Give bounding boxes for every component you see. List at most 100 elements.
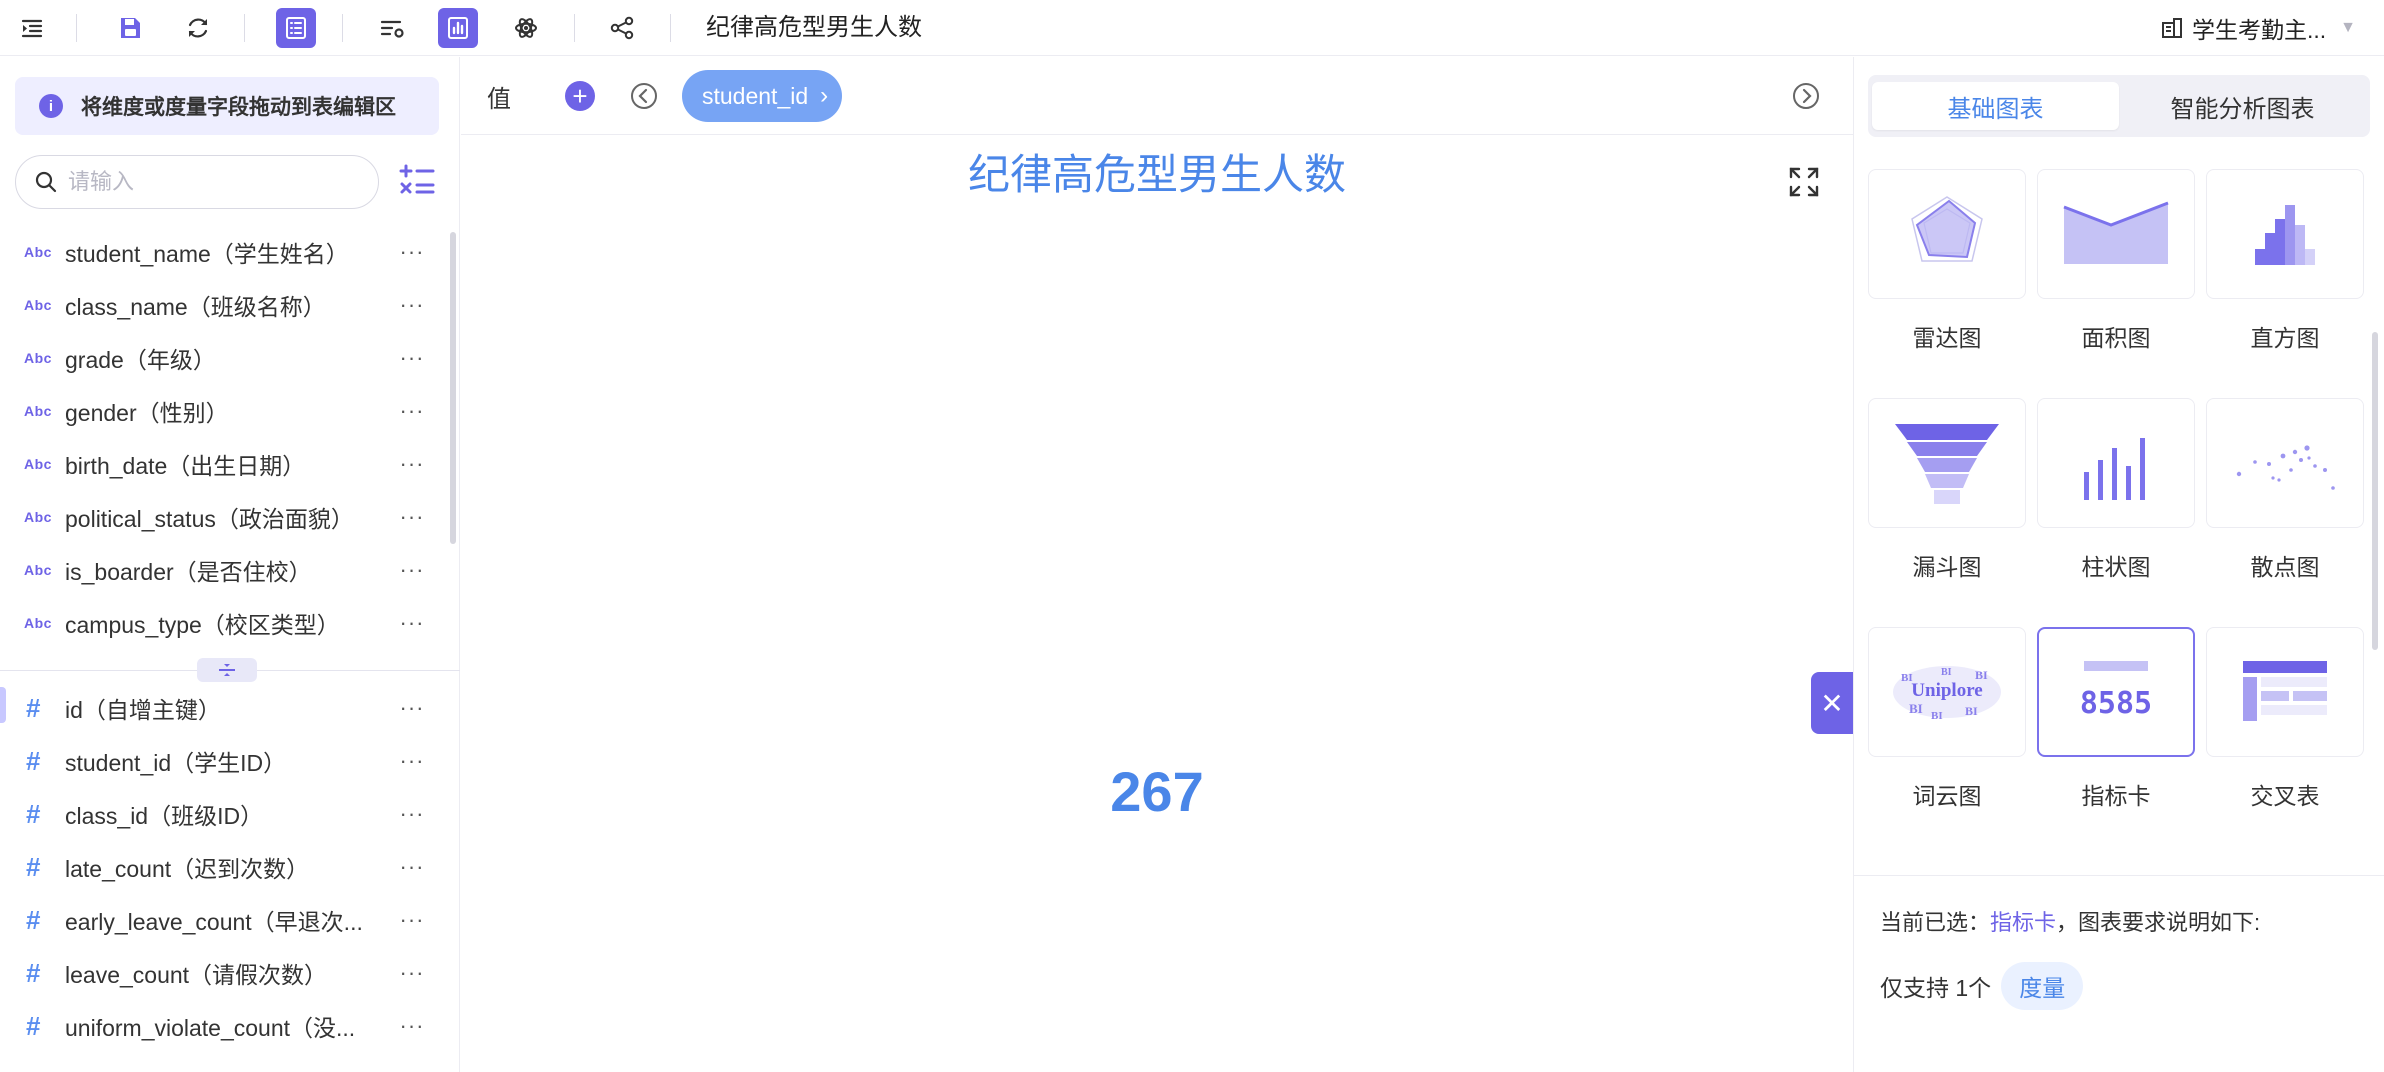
number-type-icon: # [26,1010,41,1041]
menu-indent-button[interactable] [12,8,52,48]
chart-type-label: 面积图 [2081,325,2151,351]
word-cloud-word: BI [1901,672,1913,684]
dimension-field-item[interactable]: Abc birth_date（出生日期） ··· [0,444,440,484]
chart-requirement-text: 当前已选：指标卡，图表要求说明如下: [1880,905,2260,937]
more-options-icon[interactable]: ··· [392,239,432,265]
measure-field-item[interactable]: # leave_count（请假次数） ··· [0,953,440,993]
refresh-icon [188,18,208,38]
dimension-field-item[interactable]: Abc is_boarder（是否住校） ··· [0,550,440,590]
chart-view-button[interactable] [438,8,478,48]
more-options-icon[interactable]: ··· [392,1013,432,1039]
measure-field-item[interactable]: # early_leave_count（早退次... ··· [0,900,440,940]
chart-type-area[interactable] [2037,169,2195,299]
field-name: class_name（班级名称） [65,294,326,320]
tab-smart-charts[interactable]: 智能分析图表 [2119,82,2366,130]
more-options-icon[interactable]: ··· [392,504,432,530]
style-settings-button[interactable] [372,8,412,48]
share-button[interactable] [602,8,642,48]
add-field-button[interactable]: + [565,81,595,111]
fullscreen-button[interactable] [1787,165,1821,199]
value-shelf-label: 值 [487,86,511,113]
chart-type-scrollbar[interactable] [2372,332,2378,650]
data-view-button[interactable] [276,8,316,48]
chart-type-word-cloud[interactable]: Uniplore BI BI BI BI BI BI [1868,627,2026,757]
number-type-icon: # [26,904,41,935]
more-options-icon[interactable]: ··· [392,557,432,583]
chart-type-panel: 基础图表 智能分析图表 雷达图 面积图 直方图 漏斗图 柱状图 散点图 Unip… [1853,57,2384,1072]
splitter-handle[interactable] [197,658,257,682]
ai-analysis-button[interactable] [506,8,546,48]
text-type-icon: Abc [24,403,52,419]
more-options-icon[interactable]: ··· [392,398,432,424]
chart-type-scatter[interactable] [2206,398,2364,528]
scroll-right-button[interactable] [1791,81,1821,111]
calculated-field-icon[interactable] [397,161,437,201]
chart-type-label: 直方图 [2250,325,2320,351]
save-button[interactable] [110,8,150,48]
more-options-icon[interactable]: ··· [392,695,432,721]
word-cloud-word: BI [1931,710,1943,722]
number-type-icon: # [26,692,41,723]
chevron-right-icon: › [820,82,829,109]
dimension-field-item[interactable]: Abc student_name（学生姓名） ··· [0,232,440,272]
dimension-field-item[interactable]: Abc gender（性别） ··· [0,391,440,431]
chart-type-label: 指标卡 [2081,783,2151,809]
dataset-selector[interactable]: 学生考勤主... ▼ [2160,12,2356,44]
more-options-icon[interactable]: ··· [392,748,432,774]
word-cloud-word: BI [1909,701,1923,716]
dimension-field-item[interactable]: Abc political_status（政治面貌） ··· [0,497,440,537]
field-name: is_boarder（是否住校） [65,559,312,585]
field-pill-student-id[interactable]: student_id › [682,70,843,122]
more-options-icon[interactable]: ··· [392,610,432,636]
measure-field-item[interactable]: # id（自增主键） ··· [0,688,440,728]
histogram-icon [2255,205,2315,265]
more-options-icon[interactable]: ··· [392,907,432,933]
scroll-left-button[interactable] [629,81,659,111]
tab-basic-charts[interactable]: 基础图表 [1872,82,2119,130]
measure-field-item[interactable]: # late_count（迟到次数） ··· [0,847,440,887]
chart-type-bar[interactable] [2037,398,2195,528]
settings-sliders-icon [380,20,404,38]
menu-indent-icon [21,19,43,38]
more-options-icon[interactable]: ··· [392,345,432,371]
refresh-button[interactable] [178,8,218,48]
selected-chart-type: 指标卡 [1990,910,2057,935]
chart-type-kpi-card[interactable]: 8585 [2037,627,2195,757]
text-type-icon: Abc [24,615,52,631]
dimension-field-item[interactable]: Abc grade（年级） ··· [0,338,440,378]
field-search-box[interactable] [15,155,379,209]
field-name: late_count（迟到次数） [65,856,310,882]
kpi-value: 267 [1110,760,1204,823]
chart-type-funnel[interactable] [1868,398,2026,528]
more-options-icon[interactable]: ··· [392,854,432,880]
toolbar-divider [244,14,245,42]
measure-field-item[interactable]: # student_id（学生ID） ··· [0,741,440,781]
field-name: student_name（学生姓名） [65,241,349,267]
dimension-field-item[interactable]: Abc class_name（班级名称） ··· [0,285,440,325]
dimension-field-item[interactable]: Abc campus_type（校区类型） ··· [0,603,440,643]
funnel-chart-icon [1895,424,1999,504]
number-type-icon: # [26,798,41,829]
chart-support-info: 仅支持 1个 度量 [1880,962,2084,1010]
chevron-left-icon [631,83,657,109]
field-search-input[interactable] [68,169,358,195]
more-options-icon[interactable]: ··· [392,801,432,827]
field-name: campus_type（校区类型） [65,612,340,638]
chart-type-radar[interactable] [1868,169,2026,299]
radar-chart-icon [1911,196,1983,262]
more-options-icon[interactable]: ··· [392,451,432,477]
chart-category-tabs: 基础图表 智能分析图表 [1868,75,2370,137]
chevron-down-icon: ▼ [2340,19,2356,36]
field-name: early_leave_count（早退次... [65,909,363,935]
chart-type-cross-table[interactable] [2206,627,2364,757]
measure-field-item[interactable]: # class_id（班级ID） ··· [0,794,440,834]
more-options-icon[interactable]: ··· [392,292,432,318]
measure-field-item[interactable]: # uniform_violate_count（没... ··· [0,1006,440,1046]
dimension-scrollbar[interactable] [450,232,456,544]
support-text: 仅支持 1个 [1880,975,1992,1001]
kpi-card-icon: 8585 [2080,661,2152,721]
collapse-panel-button[interactable]: ✕ [1811,672,1853,734]
more-options-icon[interactable]: ··· [392,960,432,986]
word-cloud-word: BI [1975,668,1988,682]
chart-type-histogram[interactable] [2206,169,2364,299]
